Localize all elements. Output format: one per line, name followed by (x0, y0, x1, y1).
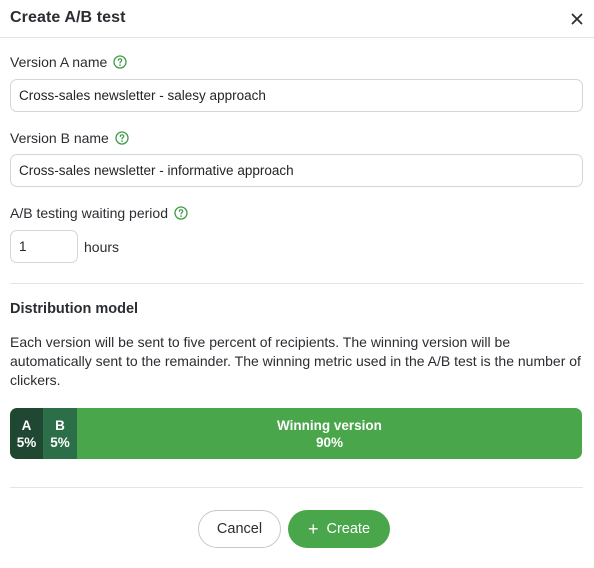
segment-label: Winning version (277, 417, 382, 433)
dialog-header: Create A/B test (0, 0, 594, 38)
create-button-label: Create (326, 521, 371, 537)
waiting-period-label: A/B testing waiting period (10, 205, 168, 221)
divider (10, 283, 583, 284)
segment-b: B 5% (43, 408, 77, 459)
version-b-name-input[interactable] (10, 154, 583, 187)
divider (10, 487, 583, 488)
version-a-label: Version A name (10, 54, 108, 70)
segment-percent: 5% (16, 434, 37, 450)
version-a-label-row: Version A name (10, 54, 127, 70)
segment-percent: 5% (50, 434, 70, 450)
distribution-title: Distribution model (10, 301, 139, 317)
segment-percent: 90% (315, 434, 344, 450)
waiting-period-unit: hours (84, 239, 120, 255)
close-icon[interactable] (568, 10, 586, 28)
segment-label: A (21, 417, 32, 433)
segment-label: B (55, 417, 65, 433)
waiting-period-label-row: A/B testing waiting period (10, 205, 188, 221)
distribution-bar: A 5% B 5% Winning version 90% (10, 408, 582, 459)
plus-icon: + (307, 519, 319, 539)
waiting-period-input[interactable] (10, 230, 78, 263)
create-button[interactable]: + Create (288, 510, 390, 548)
help-circle-icon[interactable] (113, 55, 127, 69)
segment-a: A 5% (10, 408, 43, 459)
distribution-description: Each version will be sent to five percen… (10, 334, 581, 388)
help-circle-icon[interactable] (174, 206, 188, 220)
cancel-button[interactable]: Cancel (198, 510, 281, 548)
version-a-name-input[interactable] (10, 79, 583, 112)
create-ab-test-dialog: Create A/B test Version A name Version B… (0, 0, 594, 568)
segment-winning: Winning version 90% (77, 408, 582, 459)
version-b-label: Version B name (10, 130, 109, 146)
help-circle-icon[interactable] (115, 131, 129, 145)
version-b-label-row: Version B name (10, 130, 129, 146)
dialog-title: Create A/B test (10, 9, 126, 26)
